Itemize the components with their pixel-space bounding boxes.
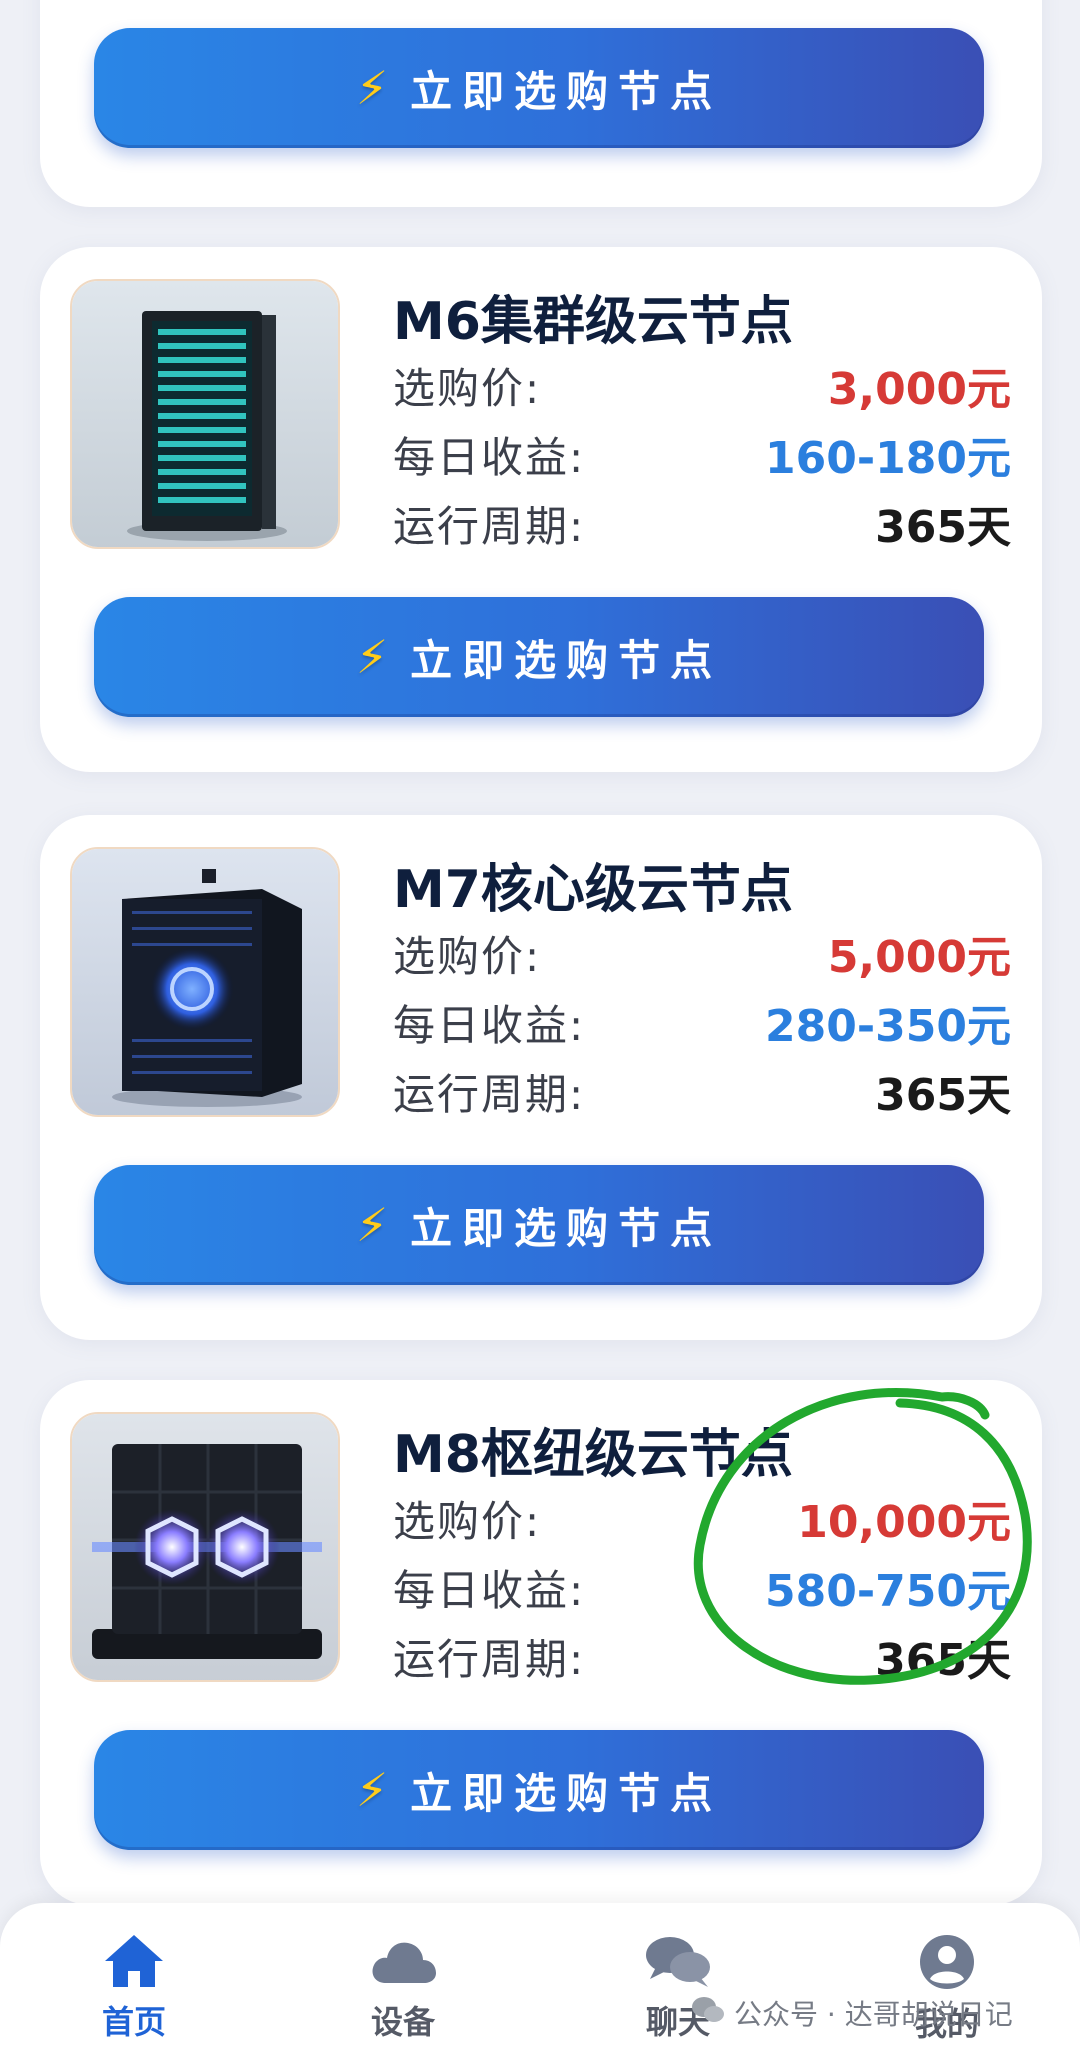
buy-node-button[interactable]: ⚡ 立即选购节点 <box>94 28 984 148</box>
price-value: 5,000元 <box>827 932 1011 983</box>
price-label: 选购价: <box>393 363 542 413</box>
lightning-bolt-icon: ⚡ <box>355 1198 389 1252</box>
cloud-icon <box>368 1933 438 1989</box>
price-row: 选购价: 5,000元 <box>393 923 1011 984</box>
watermark-text: 公众号 · 达哥胡说日记 <box>734 1998 1013 2031</box>
daily-income-row: 每日收益: 280-350元 <box>393 992 1011 1053</box>
node-title: M7核心级云节点 <box>393 860 793 920</box>
nav-device[interactable]: 设备 <box>313 1933 493 2043</box>
daily-income-value: 160-180元 <box>765 433 1011 484</box>
lightning-bolt-icon: ⚡ <box>355 61 389 115</box>
cycle-value: 365天 <box>875 502 1011 553</box>
buy-node-button-label: 立即选购节点 <box>410 66 723 116</box>
daily-income-value: 280-350元 <box>765 1001 1011 1052</box>
price-label: 选购价: <box>393 1496 542 1546</box>
node-card-m7: M7核心级云节点 选购价: 5,000元 每日收益: 280-350元 运行周期… <box>40 815 1042 1340</box>
nav-home-label: 首页 <box>101 2003 166 2041</box>
node-title: M8枢纽级云节点 <box>393 1425 793 1485</box>
node-image-hub-cube <box>70 1412 340 1682</box>
daily-income-row: 每日收益: 160-180元 <box>393 424 1011 485</box>
price-value: 3,000元 <box>827 364 1011 415</box>
buy-node-button-label: 立即选购节点 <box>410 1203 723 1253</box>
node-card-partial: ⚡ 立即选购节点 <box>40 0 1042 207</box>
buy-node-button[interactable]: ⚡ 立即选购节点 <box>94 597 984 717</box>
daily-income-label: 每日收益: <box>393 1000 586 1050</box>
nav-device-label: 设备 <box>370 2003 435 2041</box>
cycle-label: 运行周期: <box>393 501 586 551</box>
node-image-core-server <box>70 847 340 1117</box>
price-value: 10,000元 <box>797 1497 1011 1548</box>
chat-bubbles-icon <box>642 1933 714 1989</box>
node-card-m8: M8枢纽级云节点 选购价: 10,000元 每日收益: 580-750元 运行周… <box>40 1380 1042 1905</box>
cycle-label: 运行周期: <box>393 1069 586 1119</box>
home-icon <box>103 1933 165 1989</box>
cycle-value: 365天 <box>875 1070 1011 1121</box>
lightning-bolt-icon: ⚡ <box>355 1763 389 1817</box>
cycle-row: 运行周期: 365天 <box>393 1626 1011 1687</box>
daily-income-value: 580-750元 <box>765 1566 1011 1617</box>
cycle-label: 运行周期: <box>393 1634 586 1684</box>
cycle-row: 运行周期: 365天 <box>393 1061 1011 1122</box>
price-row: 选购价: 3,000元 <box>393 355 1011 416</box>
daily-income-row: 每日收益: 580-750元 <box>393 1557 1011 1618</box>
node-title: M6集群级云节点 <box>393 292 793 352</box>
price-row: 选购价: 10,000元 <box>393 1488 1011 1549</box>
nav-home[interactable]: 首页 <box>44 1933 224 2043</box>
user-avatar-icon <box>918 1933 976 1991</box>
buy-node-button-label: 立即选购节点 <box>410 1768 723 1818</box>
node-image-server-rack <box>70 279 340 549</box>
price-label: 选购价: <box>393 931 542 981</box>
buy-node-button[interactable]: ⚡ 立即选购节点 <box>94 1730 984 1850</box>
daily-income-label: 每日收益: <box>393 1565 586 1615</box>
daily-income-label: 每日收益: <box>393 432 586 482</box>
watermark: 公众号 · 达哥胡说日记 <box>690 1993 1013 2033</box>
lightning-bolt-icon: ⚡ <box>355 630 389 684</box>
node-card-m6: M6集群级云节点 选购价: 3,000元 每日收益: 160-180元 运行周期… <box>40 247 1042 772</box>
wechat-icon <box>690 1995 726 2032</box>
buy-node-button-label: 立即选购节点 <box>410 635 723 685</box>
buy-node-button[interactable]: ⚡ 立即选购节点 <box>94 1165 984 1285</box>
cycle-row: 运行周期: 365天 <box>393 493 1011 554</box>
cycle-value: 365天 <box>875 1635 1011 1686</box>
